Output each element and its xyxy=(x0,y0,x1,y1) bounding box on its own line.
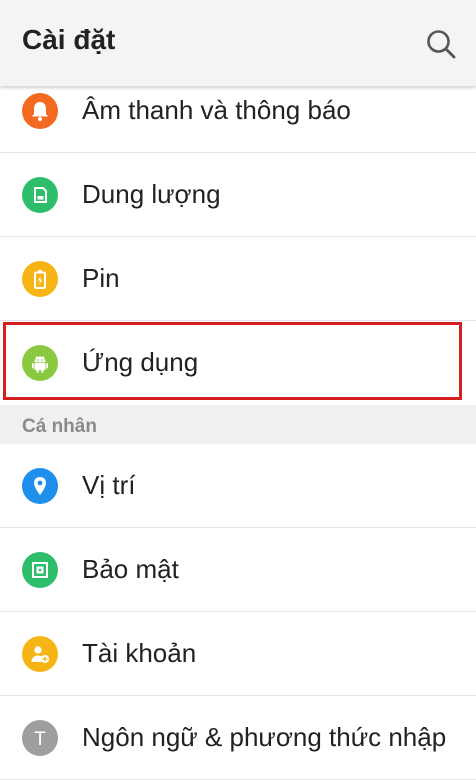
language-icon: T xyxy=(22,720,58,756)
bell-icon xyxy=(22,93,58,129)
settings-item-battery[interactable]: Pin xyxy=(0,237,476,321)
page-title: Cài đặt xyxy=(22,24,116,55)
settings-item-storage[interactable]: Dung lượng xyxy=(0,153,476,237)
account-add-icon xyxy=(22,636,58,672)
location-pin-icon xyxy=(22,468,58,504)
settings-item-label: Âm thanh và thông báo xyxy=(82,95,351,125)
settings-item-label: Dung lượng xyxy=(82,179,221,209)
section-title: Cá nhân xyxy=(22,416,97,437)
settings-item-security[interactable]: Bảo mật xyxy=(0,528,476,612)
settings-screen: Cài đặt Âm thanh và thông báo Dung lượng… xyxy=(0,0,476,780)
settings-item-label: Vị trí xyxy=(82,470,136,500)
settings-item-label: Tài khoản xyxy=(82,638,197,668)
settings-item-location[interactable]: Vị trí xyxy=(0,444,476,528)
settings-item-label: Ngôn ngữ & phương thức nhập xyxy=(82,722,447,752)
app-bar: Cài đặt xyxy=(0,0,476,86)
battery-icon xyxy=(22,261,58,297)
search-icon[interactable] xyxy=(425,28,457,60)
section-header-personal: Cá nhân xyxy=(0,405,476,444)
android-icon xyxy=(22,345,58,381)
settings-list: Âm thanh và thông báo Dung lượng Pin Ứng… xyxy=(0,70,476,780)
settings-item-label: Bảo mật xyxy=(82,554,179,584)
settings-item-language-input[interactable]: T Ngôn ngữ & phương thức nhập xyxy=(0,696,476,780)
storage-icon xyxy=(22,177,58,213)
settings-item-apps[interactable]: Ứng dụng xyxy=(0,321,476,405)
settings-item-label: Ứng dụng xyxy=(82,347,199,377)
language-icon-glyph: T xyxy=(34,729,46,750)
settings-item-accounts[interactable]: Tài khoản xyxy=(0,612,476,696)
security-icon xyxy=(22,552,58,588)
settings-item-label: Pin xyxy=(82,263,120,293)
